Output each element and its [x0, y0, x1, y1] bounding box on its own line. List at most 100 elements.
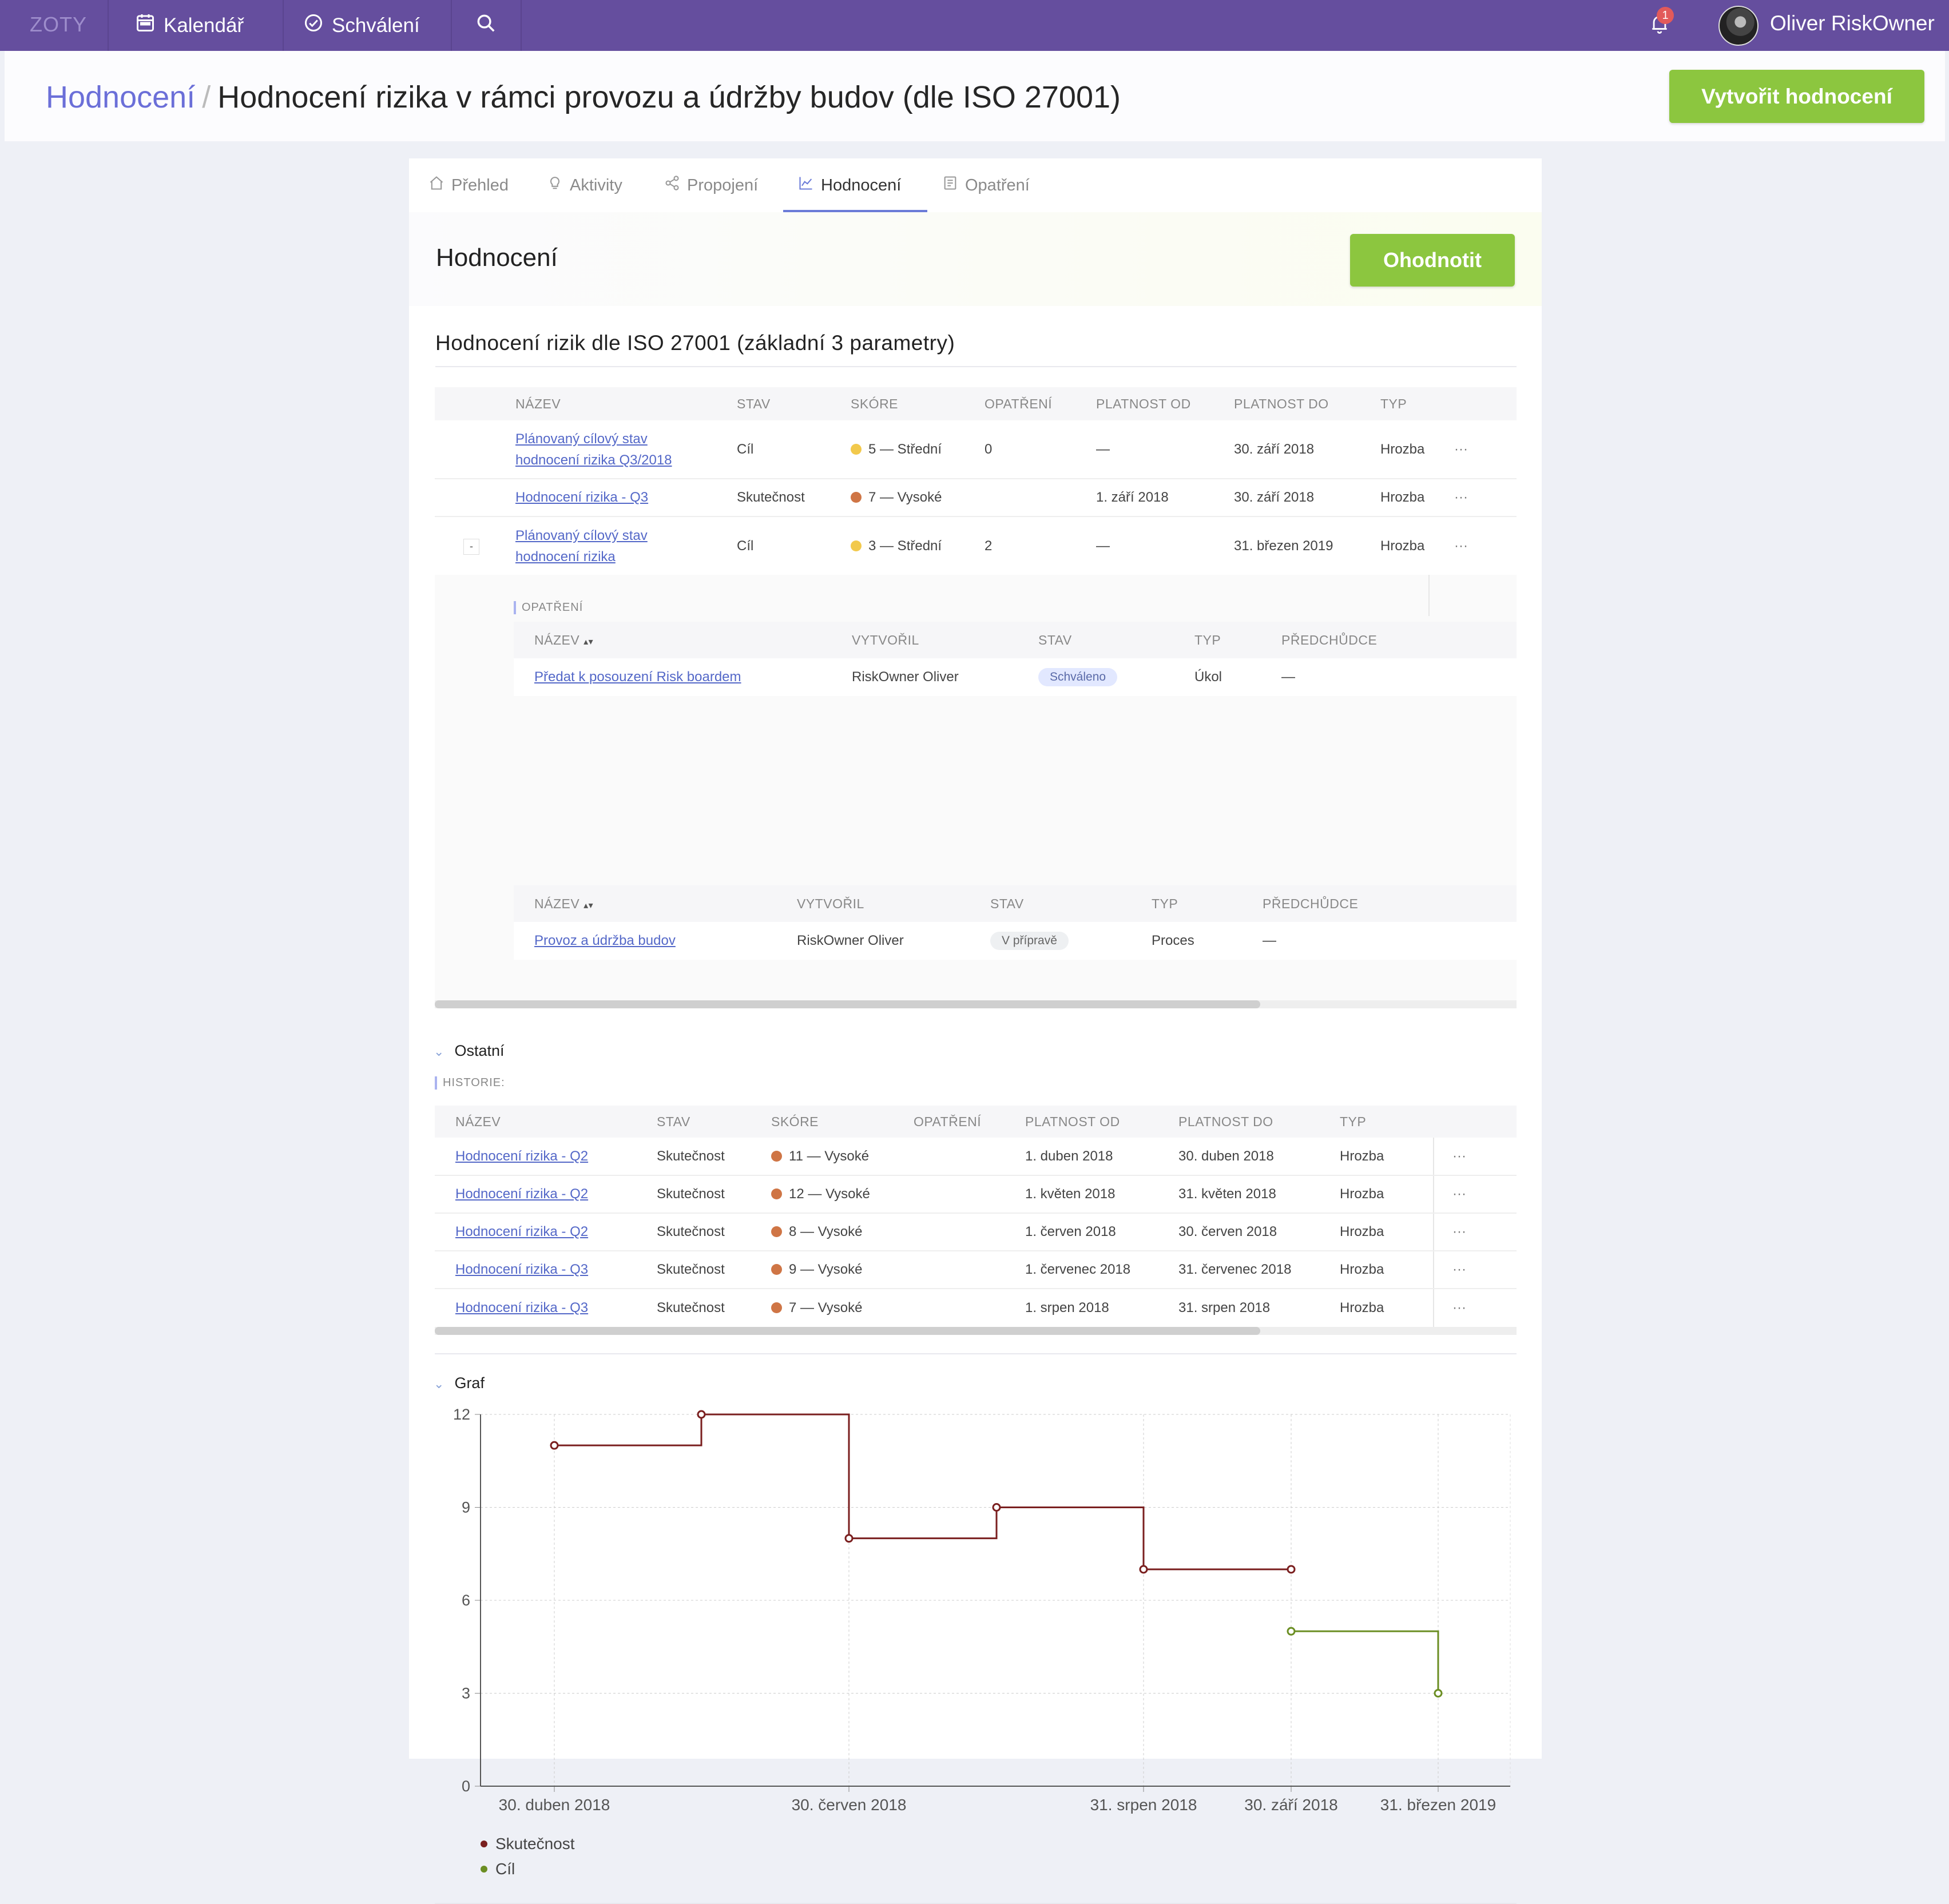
scrollbar-thumb[interactable] [435, 1000, 1260, 1008]
tab-assessment-label: Hodnocení [821, 176, 902, 194]
column-header-score[interactable]: SKÓRE [771, 1106, 913, 1138]
expand-cell: - [435, 516, 515, 575]
name-cell: Hodnocení rizika - Q2 [435, 1213, 656, 1251]
status-badge: Schváleno [1038, 668, 1118, 686]
column-header-type[interactable]: TYP [1380, 387, 1454, 420]
legend-item-actual[interactable]: Skutečnost [481, 1835, 575, 1853]
type-cell: Úkol [1194, 669, 1222, 685]
nav-approval[interactable]: Schválení [303, 0, 420, 51]
column-header-measures[interactable]: OPATŘENÍ [913, 1106, 1025, 1138]
column-header-state[interactable]: STAV [656, 1106, 771, 1138]
state-cell: Skutečnost [657, 1299, 725, 1315]
valid-to-cell: 30. červen 2018 [1178, 1224, 1277, 1239]
tab-activities[interactable]: Aktivity [547, 158, 622, 212]
rate-button[interactable]: Ohodnotit [1350, 234, 1515, 287]
history-link[interactable]: Hodnocení rizika - Q2 [455, 1186, 588, 1202]
column-header-name[interactable]: NÁZEV [435, 1106, 656, 1138]
graph-section-toggle[interactable]: ⌄ Graf [434, 1374, 485, 1392]
column-header-valid-from[interactable]: PLATNOST OD [1025, 1106, 1178, 1138]
state-cell: Skutečnost [657, 1224, 725, 1239]
column-header-name[interactable]: NÁZEV ▴▾ [514, 885, 796, 922]
measures-cell [913, 1251, 1025, 1289]
content-panel: Přehled Aktivity Propojení Hodnocení Opa… [409, 158, 1542, 1904]
nav-calendar[interactable]: Kalendář [135, 0, 244, 51]
bulb-icon [547, 175, 570, 196]
assessment-link[interactable]: Plánovaný cílový stav [515, 431, 648, 447]
column-header-type[interactable]: TYP [1194, 622, 1281, 658]
history-link[interactable]: Hodnocení rizika - Q3 [455, 1300, 588, 1315]
column-header-valid-to[interactable]: PLATNOST DO [1233, 387, 1380, 420]
sort-icon[interactable]: ▴▾ [583, 901, 593, 911]
column-header-score[interactable]: SKÓRE [850, 387, 984, 420]
column-header-predecessor[interactable]: PŘEDCHŮDCE [1281, 622, 1517, 658]
sort-icon[interactable]: ▴▾ [583, 637, 593, 647]
x-tick-label: 31. březen 2019 [1380, 1796, 1496, 1814]
create-assessment-button[interactable]: Vytvořit hodnocení [1669, 70, 1924, 123]
scrollbar-thumb[interactable] [435, 1327, 1260, 1335]
process-link[interactable]: Provoz a údržba budov [534, 933, 676, 948]
collapse-row-button[interactable]: - [463, 538, 479, 555]
table-header-row: NÁZEV ▴▾ VYTVOŘIL STAV TYP PŘEDCHŮDCE [514, 885, 1517, 922]
column-header-valid-to[interactable]: PLATNOST DO [1178, 1106, 1339, 1138]
measure-link[interactable]: Předat k posouzení Risk boardem [534, 669, 741, 685]
score-dot [851, 540, 862, 551]
user-name[interactable]: Oliver RiskOwner [1770, 11, 1935, 35]
more-actions-button[interactable]: ··· [1417, 1289, 1517, 1326]
measures-label: OPATŘENÍ [514, 601, 583, 614]
column-header-name[interactable]: NÁZEV ▴▾ [514, 622, 851, 658]
column-header-type[interactable]: TYP [1339, 1106, 1417, 1138]
score-text: 9 — Vysoké [789, 1262, 863, 1277]
more-actions-button[interactable]: ··· [1454, 479, 1517, 516]
assessment-link[interactable]: Plánovaný cílový stav [515, 528, 648, 543]
table-row: Hodnocení rizika - Q2 Skutečnost 12 — Vy… [435, 1175, 1517, 1213]
assessment-link-line2[interactable]: hodnocení rizika [515, 549, 616, 565]
legend-item-target[interactable]: Cíl [481, 1860, 515, 1878]
history-link[interactable]: Hodnocení rizika - Q2 [455, 1148, 588, 1164]
nav-search[interactable] [475, 0, 505, 51]
history-link[interactable]: Hodnocení rizika - Q3 [455, 1262, 588, 1277]
history-link[interactable]: Hodnocení rizika - Q2 [455, 1224, 588, 1239]
column-header-created-by[interactable]: VYTVOŘIL [796, 885, 990, 922]
column-header-name[interactable]: NÁZEV [515, 387, 736, 420]
column-header-state[interactable]: STAV [1038, 622, 1194, 658]
breadcrumb-root-link[interactable]: Hodnocení [46, 80, 195, 114]
other-section-toggle[interactable]: ⌄ Ostatní [434, 1042, 504, 1060]
column-header-type[interactable]: TYP [1151, 885, 1262, 922]
table-header-row: NÁZEV STAV SKÓRE OPATŘENÍ PLATNOST OD PL… [435, 1106, 1517, 1138]
avatar[interactable] [1718, 6, 1759, 46]
column-header-predecessor[interactable]: PŘEDCHŮDCE [1262, 885, 1517, 922]
valid-from-cell: — [1096, 538, 1110, 554]
type-cell: Hrozba [1340, 1262, 1384, 1277]
tab-connections[interactable]: Propojení [664, 158, 758, 212]
type-cell: Hrozba [1340, 1299, 1384, 1315]
column-header-measures[interactable]: OPATŘENÍ [984, 387, 1095, 420]
nav-calendar-label: Kalendář [164, 14, 244, 37]
measures-cell: 0 [985, 441, 993, 457]
column-header-created-by[interactable]: VYTVOŘIL [851, 622, 1038, 658]
brand-logo[interactable]: ZOTY [30, 13, 87, 37]
more-actions-button[interactable]: ··· [1417, 1138, 1517, 1175]
table-row: Hodnocení rizika - Q2 Skutečnost 11 — Vy… [435, 1138, 1517, 1175]
history-table: NÁZEV STAV SKÓRE OPATŘENÍ PLATNOST OD PL… [435, 1106, 1517, 1326]
name-cell: Plánovaný cílový stav hodnocení rizika Q3… [515, 420, 736, 479]
more-actions-button[interactable]: ··· [1417, 1175, 1517, 1213]
more-actions-button[interactable]: ··· [1454, 516, 1517, 575]
name-cell: Plánovaný cílový stav hodnocení rizika [515, 516, 736, 575]
more-actions-button[interactable]: ··· [1454, 420, 1517, 479]
tab-overview[interactable]: Přehled [428, 158, 509, 212]
notification-badge: 1 [1657, 7, 1674, 24]
nav-divider [451, 0, 452, 51]
assessment-link[interactable]: Hodnocení rizika - Q3 [515, 490, 648, 505]
created-by-cell: RiskOwner Oliver [852, 669, 959, 685]
column-header-valid-from[interactable]: PLATNOST OD [1095, 387, 1233, 420]
more-actions-button[interactable]: ··· [1417, 1213, 1517, 1251]
column-header-state[interactable]: STAV [990, 885, 1151, 922]
column-header-state[interactable]: STAV [736, 387, 850, 420]
score-dot [771, 1150, 782, 1162]
tab-measures[interactable]: Opatření [942, 158, 1030, 212]
tab-assessment[interactable]: Hodnocení [798, 158, 901, 212]
more-actions-button[interactable]: ··· [1417, 1251, 1517, 1289]
assessment-link-line2[interactable]: hodnocení rizika Q3/2018 [515, 452, 672, 468]
table-row: Provoz a údržba budov RiskOwner Oliver V… [514, 922, 1517, 960]
data-point [550, 1441, 559, 1450]
